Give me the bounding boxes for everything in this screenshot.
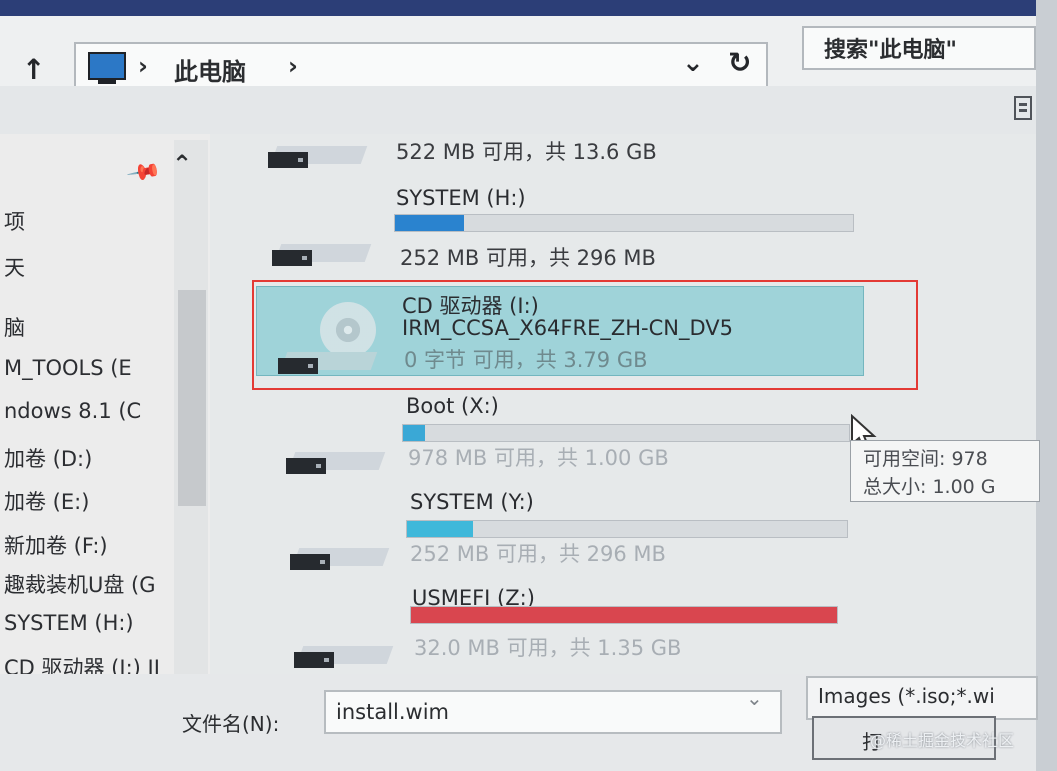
drive-usage-bar [410,606,838,624]
drive-usage-fill [403,425,426,441]
cd-drive-icon [278,346,378,376]
nav-item[interactable]: 项 [4,206,25,236]
drive-volume-label: IRM_CCSA_X64FRE_ZH-CN_DV5 [402,316,734,340]
navigation-list: 项 天 脑 M_TOOLS (E ndows 8.1 (C 加卷 (D:) 加卷… [0,134,196,674]
breadcrumb-separator[interactable]: › [138,52,148,80]
window-frame [1036,0,1057,771]
filename-label: 文件名(N): [182,712,280,736]
scroll-up-icon[interactable]: ⌃ [172,150,192,178]
hard-drive-icon [290,542,390,572]
drive-free-space: 978 MB 可用，共 1.00 GB [408,446,669,470]
tooltip-total-size: 总大小: 1.00 G [863,476,996,498]
refresh-icon[interactable]: ↻ [728,46,751,79]
breadcrumb-separator[interactable]: › [288,52,298,80]
up-arrow-icon[interactable]: ↑ [22,56,45,84]
nav-item[interactable]: 趣裁装机U盘 (G [4,569,156,599]
drive-tooltip: 可用空间: 978 总大小: 1.00 G [850,440,1040,502]
hard-drive-icon [268,140,368,170]
computer-icon [88,52,126,84]
drive-name[interactable]: SYSTEM (H:) [396,186,526,210]
nav-scrollbar-thumb[interactable] [178,290,206,506]
nav-item[interactable]: ndows 8.1 (C [4,399,141,423]
chevron-down-icon[interactable]: ⌄ [746,686,763,710]
breadcrumb-this-pc[interactable]: 此电脑 [174,52,246,87]
drive-usage-bar [406,520,848,538]
drive-free-space: 0 字节 可用，共 3.79 GB [404,348,648,372]
title-bar [0,0,1040,16]
chevron-down-icon[interactable]: ⌄ [682,48,704,78]
address-bar[interactable]: › 此电脑 › ⌄ ↻ [74,42,768,90]
nav-item[interactable]: 新加卷 (F:) [4,530,108,560]
nav-item[interactable]: 天 [4,252,25,282]
nav-item[interactable]: M_TOOLS (E [4,356,132,380]
drive-usage-fill [411,607,837,623]
drive-usage-fill [395,215,464,231]
file-type-select[interactable]: Images (*.iso;*.wi [806,676,1038,720]
view-options-icon[interactable] [1014,96,1032,120]
toolbar [0,86,1036,134]
hard-drive-icon [286,446,386,476]
drive-free-space: 252 MB 可用，共 296 MB [410,542,666,566]
tooltip-free-space: 可用空间: 978 [863,448,988,470]
nav-item[interactable]: 加卷 (E:) [4,486,89,516]
drive-free-space: 32.0 MB 可用，共 1.35 GB [414,636,682,660]
drive-free-space: 522 MB 可用，共 13.6 GB [396,140,657,164]
nav-item[interactable]: SYSTEM (H:) [4,611,134,635]
nav-item[interactable]: CD 驱动器 (I:) II [4,652,160,674]
drive-usage-fill [407,521,473,537]
filename-input[interactable]: install.wim [324,690,782,734]
nav-item[interactable]: 加卷 (D:) [4,443,92,473]
search-input[interactable]: 搜索"此电脑" [802,26,1036,70]
watermark: @稀土掘金技术社区 [870,731,1015,750]
hard-drive-icon [294,640,394,670]
drive-free-space: 252 MB 可用，共 296 MB [400,246,656,270]
drive-name[interactable]: SYSTEM (Y:) [410,490,534,514]
drive-usage-bar [394,214,854,232]
drive-usage-bar [402,424,850,442]
nav-item-this-pc[interactable]: 脑 [4,312,25,342]
hard-drive-icon [272,238,372,268]
drive-name[interactable]: Boot (X:) [406,394,499,418]
